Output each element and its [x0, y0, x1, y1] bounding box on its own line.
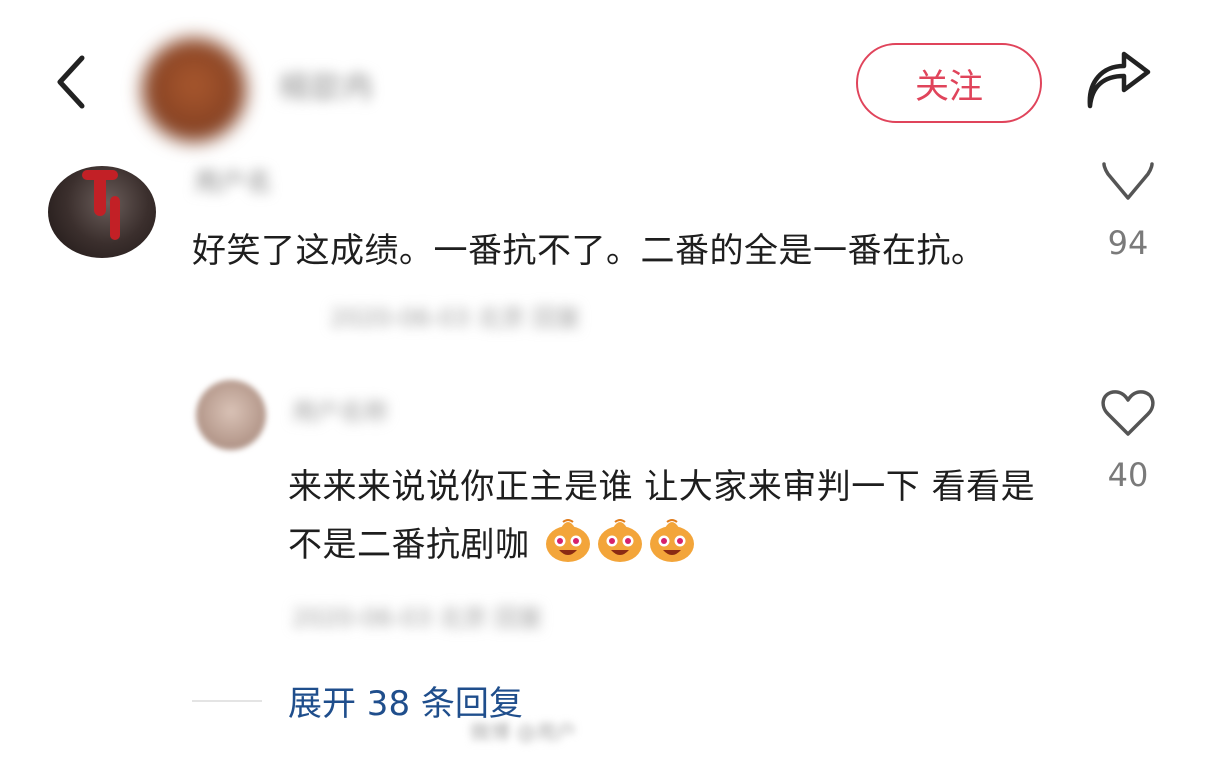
comment-avatar[interactable]	[48, 166, 156, 258]
watermark: 微博 @用户	[470, 720, 577, 744]
comment-meta: 2020-06-03 北京 回复	[330, 304, 581, 332]
comment-text: 好笑了这成绩。一番抗不了。二番的全是一番在抗。	[192, 224, 1042, 278]
share-button[interactable]	[1082, 50, 1156, 114]
reply-like-button[interactable]	[1100, 388, 1156, 438]
comment-like-button[interactable]	[1100, 160, 1156, 206]
chevron-left-icon	[57, 55, 85, 109]
comment-username[interactable]: 用户名	[194, 162, 272, 199]
comment-like-count: 94	[1107, 224, 1149, 262]
reply-meta: 2020-06-03 北京 回复	[292, 604, 543, 632]
header-username[interactable]: 楊歆冉	[278, 62, 374, 108]
share-arrow-icon	[1087, 51, 1151, 109]
divider	[192, 700, 262, 702]
header-avatar[interactable]	[142, 38, 246, 142]
heart-icon	[1102, 162, 1154, 200]
emoji-group	[530, 519, 697, 565]
reply-avatar[interactable]	[196, 380, 266, 450]
follow-button[interactable]: 关注	[856, 43, 1042, 123]
laughing-face-emoji	[649, 519, 694, 562]
laughing-face-emoji	[545, 519, 590, 562]
reply-like-count: 40	[1107, 456, 1149, 494]
comment-body: 好笑了这成绩。一番抗不了。二番的全是一番在抗。	[192, 231, 986, 271]
back-button[interactable]	[40, 40, 110, 120]
reply-text: 来来来说说你正主是谁 让大家来审判一下 看看是不是二番抗剧咖	[288, 460, 1048, 572]
laughing-face-emoji	[597, 519, 642, 562]
heart-icon	[1101, 390, 1155, 436]
reply-username[interactable]: 用户名称	[292, 392, 388, 427]
